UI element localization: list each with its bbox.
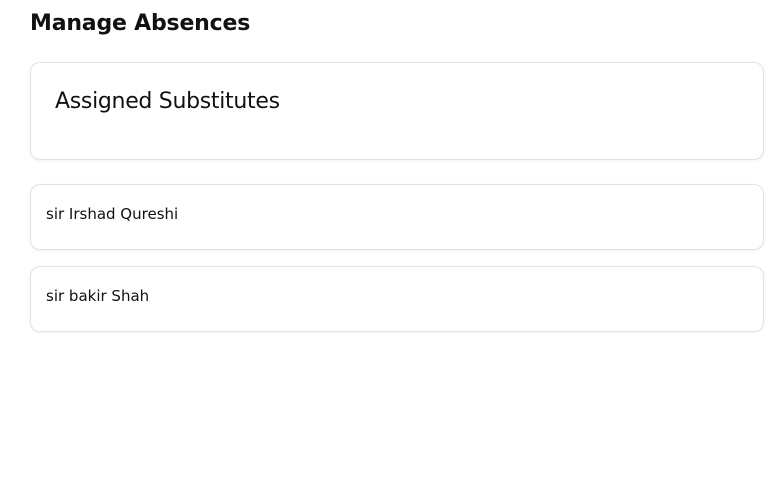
substitute-name: sir Irshad Qureshi	[46, 205, 179, 223]
section-title: Assigned Substitutes	[55, 89, 280, 114]
substitute-name: sir bakir Shah	[46, 287, 150, 305]
list-item[interactable]: sir bakir Shah	[30, 266, 764, 332]
assigned-substitutes-card: Assigned Substitutes	[30, 62, 764, 160]
page-title: Manage Absences	[30, 11, 251, 36]
list-item[interactable]: sir Irshad Qureshi	[30, 184, 764, 250]
